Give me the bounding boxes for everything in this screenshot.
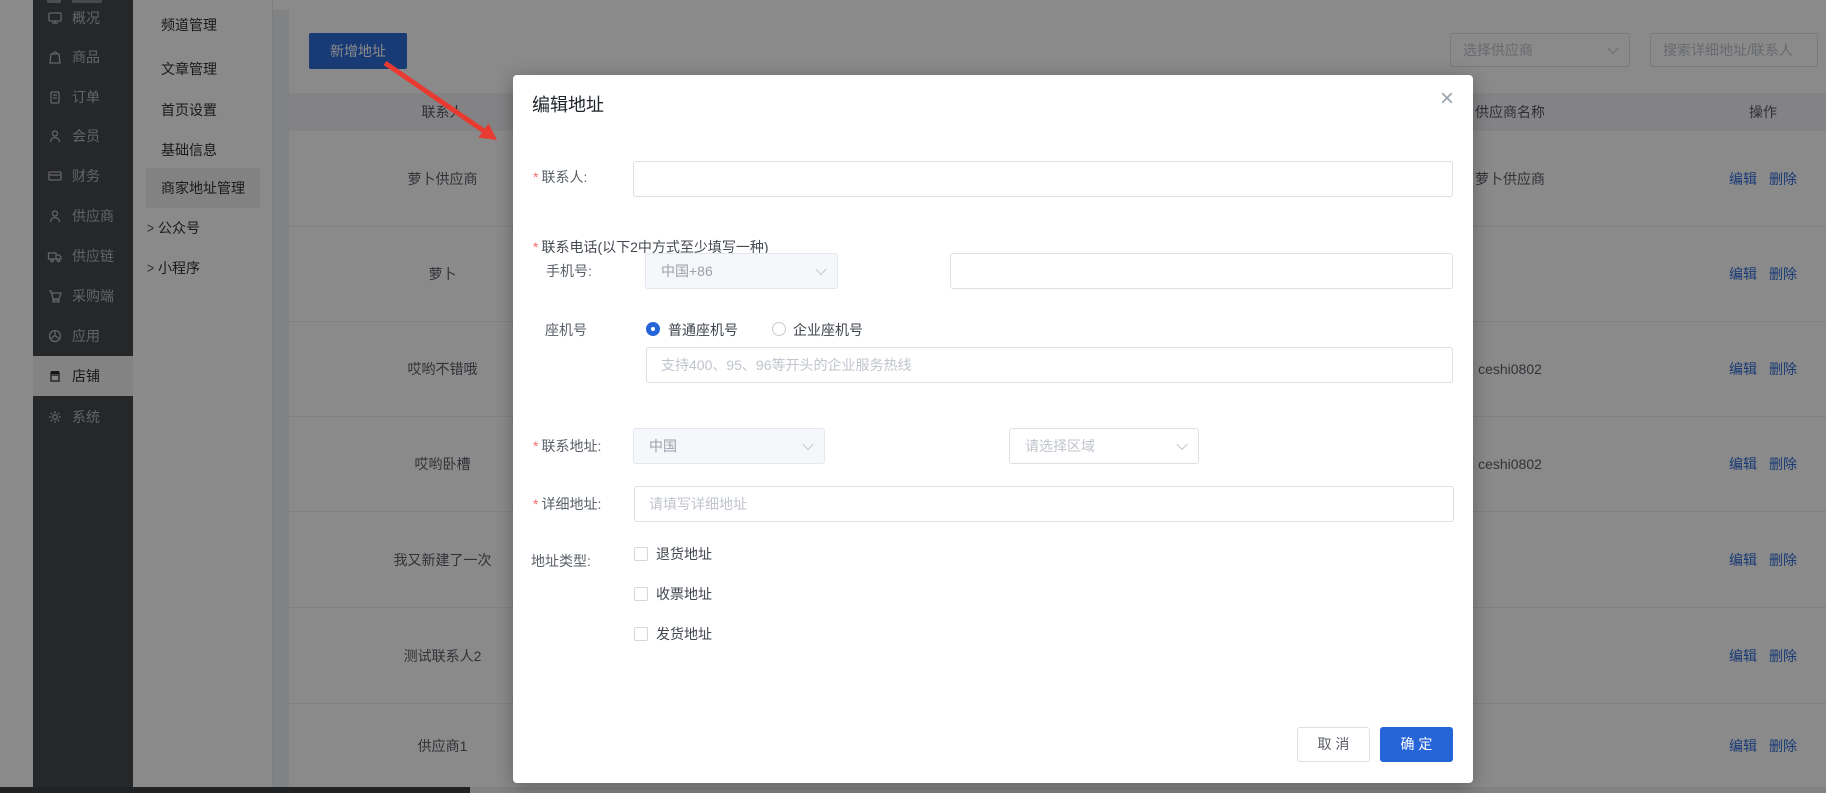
area-select[interactable]: 请选择区域 — [1009, 428, 1199, 464]
address-type-label: 地址类型: — [531, 553, 591, 569]
contact-label: * 联系人: — [533, 169, 588, 185]
mobile-label: 手机号: — [546, 263, 592, 279]
required-asterisk: * — [533, 169, 539, 185]
area-select-placeholder: 请选择区域 — [1025, 438, 1095, 454]
landline-label: 座机号 — [545, 322, 587, 338]
checkbox-invoice-address[interactable] — [634, 587, 648, 601]
app-window: 概况 商品 订单 会员 财务 供应商 供应链 采购端 应用 店铺 系统 频道管理… — [0, 0, 1826, 793]
contact-input[interactable] — [633, 161, 1453, 197]
checkbox-return-address[interactable] — [634, 547, 648, 561]
checkbox-shipping-address[interactable] — [634, 627, 648, 641]
checkbox-invoice-address-label[interactable]: 收票地址 — [656, 584, 712, 604]
detail-address-label: * 详细地址: — [533, 496, 602, 512]
detail-address-input[interactable] — [634, 486, 1454, 522]
radio-enterprise-landline[interactable] — [772, 322, 786, 336]
chevron-down-icon — [815, 263, 827, 276]
required-asterisk: * — [533, 438, 539, 454]
chevron-down-icon — [802, 438, 814, 451]
country-select[interactable]: 中国 — [633, 428, 825, 464]
chevron-down-icon — [1176, 438, 1188, 451]
cancel-button[interactable]: 取 消 — [1297, 727, 1370, 762]
modal-title: 编辑地址 — [532, 95, 604, 115]
country-code-select[interactable]: 中国+86 — [645, 253, 838, 289]
confirm-button[interactable]: 确 定 — [1380, 727, 1453, 762]
country-code-value: 中国+86 — [661, 263, 713, 279]
country-value: 中国 — [649, 438, 677, 454]
radio-enterprise-landline-label[interactable]: 企业座机号 — [793, 320, 863, 340]
region-label: * 联系地址: — [533, 438, 602, 454]
edit-address-modal: 编辑地址 × * 联系人: * 联系电话(以下2中方式至少填写一种) 手机号: 中国… — [513, 75, 1473, 783]
radio-normal-landline[interactable] — [646, 322, 660, 336]
landline-input[interactable] — [646, 347, 1453, 383]
checkbox-shipping-address-label[interactable]: 发货地址 — [656, 624, 712, 644]
required-asterisk: * — [533, 239, 539, 255]
close-icon[interactable]: × — [1433, 85, 1461, 113]
radio-normal-landline-label[interactable]: 普通座机号 — [668, 320, 738, 340]
required-asterisk: * — [533, 496, 539, 512]
checkbox-return-address-label[interactable]: 退货地址 — [656, 544, 712, 564]
mobile-number-input[interactable] — [950, 253, 1453, 289]
